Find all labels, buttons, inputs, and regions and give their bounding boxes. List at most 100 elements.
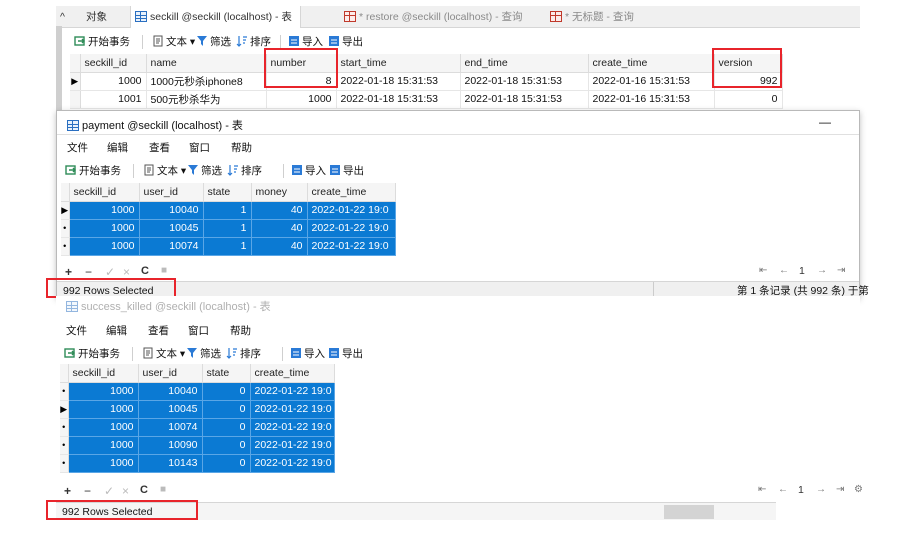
cell[interactable]: 2022-01-18 15:31:53 (336, 90, 461, 109)
delete-record-icon[interactable]: − (84, 484, 91, 498)
refresh-icon[interactable]: C (141, 265, 149, 277)
cell[interactable]: 10040 (139, 201, 204, 220)
cell[interactable]: 500元秒杀华为 (146, 90, 267, 109)
cell[interactable]: 1000 (68, 418, 139, 437)
cell[interactable]: 2022-01-18 15:31:53 (460, 72, 589, 91)
prev-page-icon[interactable]: ← (778, 484, 788, 495)
cell[interactable]: 2022-01-22 19:0 (250, 436, 335, 455)
menu-file[interactable]: 文件 (67, 139, 88, 157)
collapse-arrow-icon[interactable]: ^ (60, 6, 65, 28)
add-record-icon[interactable]: + (65, 265, 72, 279)
table-row[interactable]: ▶ 1000 1000元秒杀iphone8 8 2022-01-18 15:31… (70, 72, 783, 91)
export-button[interactable]: 导出 (328, 344, 363, 364)
column-header[interactable]: name (146, 54, 267, 73)
column-header[interactable]: state (203, 183, 252, 202)
cell[interactable]: 0 (202, 382, 251, 401)
column-header[interactable]: seckill_id (69, 183, 140, 202)
column-header[interactable]: create_time (250, 364, 335, 383)
table-row[interactable]: • 1000 10074 0 2022-01-22 19:0 (60, 418, 335, 437)
table-row[interactable]: ▶ 1000 10040 1 40 2022-01-22 19:0 (61, 201, 396, 220)
menu-view[interactable]: 查看 (149, 139, 170, 157)
cell[interactable]: 10143 (138, 454, 203, 473)
menu-edit[interactable]: 编辑 (107, 139, 128, 157)
cell[interactable]: 0 (202, 436, 251, 455)
begin-transaction-button[interactable]: 开始事务 (74, 32, 130, 52)
text-button[interactable]: 文本 ▾ (152, 32, 195, 52)
menu-edit[interactable]: 编辑 (106, 322, 127, 340)
import-button[interactable]: 导入 (291, 161, 326, 181)
column-header[interactable]: seckill_id (68, 364, 139, 383)
table-row[interactable]: • 1000 10040 0 2022-01-22 19:0 (60, 382, 335, 401)
column-header[interactable]: money (251, 183, 308, 202)
cell[interactable]: 1000 (68, 400, 139, 419)
table-row[interactable]: ▶ 1000 10045 0 2022-01-22 19:0 (60, 400, 335, 419)
cell[interactable]: 2022-01-22 19:0 (250, 418, 335, 437)
cell[interactable]: 1001 (80, 90, 147, 109)
cell[interactable]: 1 (203, 219, 252, 238)
text-button[interactable]: 文本 ▾ (142, 344, 185, 364)
column-header[interactable]: seckill_id (80, 54, 147, 73)
discard-x-icon[interactable]: × (123, 265, 130, 279)
stop-icon[interactable]: ■ (160, 484, 166, 495)
cell[interactable]: 0 (202, 400, 251, 419)
cell[interactable]: 10045 (138, 400, 203, 419)
column-header[interactable]: state (202, 364, 251, 383)
sort-button[interactable]: 排序 (227, 161, 262, 181)
table-row[interactable]: • 1000 10074 1 40 2022-01-22 19:0 (61, 237, 396, 256)
begin-transaction-button[interactable]: 开始事务 (65, 161, 121, 181)
cell[interactable]: 0 (202, 418, 251, 437)
cell[interactable]: 2022-01-22 19:0 (307, 237, 396, 256)
cell[interactable]: 2022-01-22 19:0 (307, 219, 396, 238)
objects-tab[interactable]: 对象 (86, 6, 107, 28)
begin-transaction-button[interactable]: 开始事务 (64, 344, 120, 364)
cell[interactable]: 2022-01-18 15:31:53 (336, 72, 461, 91)
menu-help[interactable]: 帮助 (231, 139, 252, 157)
export-button[interactable]: 导出 (329, 161, 364, 181)
cell[interactable]: 1000 (266, 90, 337, 109)
refresh-icon[interactable]: C (140, 484, 148, 496)
last-page-icon[interactable]: ⇥ (837, 265, 845, 276)
next-page-icon[interactable]: → (816, 484, 826, 495)
column-header[interactable]: user_id (139, 183, 204, 202)
cell[interactable]: 1000 (69, 201, 140, 220)
table-row[interactable]: 1001 500元秒杀华为 1000 2022-01-18 15:31:53 2… (70, 90, 783, 109)
minimize-button[interactable]: — (819, 115, 831, 129)
delete-record-icon[interactable]: − (85, 265, 92, 279)
apply-check-icon[interactable]: ✓ (105, 265, 115, 279)
page-number[interactable]: 1 (798, 484, 804, 496)
table-row[interactable]: • 1000 10045 1 40 2022-01-22 19:0 (61, 219, 396, 238)
cell[interactable]: 0 (202, 454, 251, 473)
cell[interactable]: 2022-01-22 19:0 (250, 454, 335, 473)
cell[interactable]: 2022-01-18 15:31:53 (460, 90, 589, 109)
next-page-icon[interactable]: → (817, 265, 827, 276)
cell[interactable]: 1000 (68, 382, 139, 401)
cell[interactable]: 1 (203, 201, 252, 220)
table-row[interactable]: • 1000 10143 0 2022-01-22 19:0 (60, 454, 335, 473)
menu-view[interactable]: 查看 (148, 322, 169, 340)
cell[interactable]: 1000 (69, 237, 140, 256)
page-number[interactable]: 1 (799, 265, 805, 277)
apply-check-icon[interactable]: ✓ (104, 484, 114, 498)
cell[interactable]: 2022-01-22 19:0 (250, 382, 335, 401)
cell[interactable]: 1000元秒杀iphone8 (146, 72, 267, 91)
cell[interactable]: 40 (251, 237, 308, 256)
discard-x-icon[interactable]: × (122, 484, 129, 498)
add-record-icon[interactable]: + (64, 484, 71, 498)
cell[interactable]: 1 (203, 237, 252, 256)
menu-file[interactable]: 文件 (66, 322, 87, 340)
cell[interactable]: 2022-01-22 19:0 (307, 201, 396, 220)
tab-untitled-query[interactable]: * 无标题 - 查询 (550, 6, 634, 28)
text-button[interactable]: 文本 ▾ (143, 161, 186, 181)
filter-button[interactable]: 筛选 (196, 32, 231, 52)
cell[interactable]: 10045 (139, 219, 204, 238)
column-header[interactable]: user_id (138, 364, 203, 383)
tab-seckill-table[interactable]: seckill @seckill (localhost) - 表 (130, 6, 301, 28)
tab-restore-query[interactable]: * restore @seckill (localhost) - 查询 (344, 6, 523, 28)
stop-icon[interactable]: ■ (161, 265, 167, 276)
import-button[interactable]: 导入 (290, 344, 325, 364)
cell[interactable]: 10090 (138, 436, 203, 455)
cell[interactable]: 1000 (68, 436, 139, 455)
first-page-icon[interactable]: ⇤ (759, 265, 767, 276)
filter-button[interactable]: 筛选 (186, 344, 221, 364)
menu-window[interactable]: 窗口 (188, 322, 209, 340)
